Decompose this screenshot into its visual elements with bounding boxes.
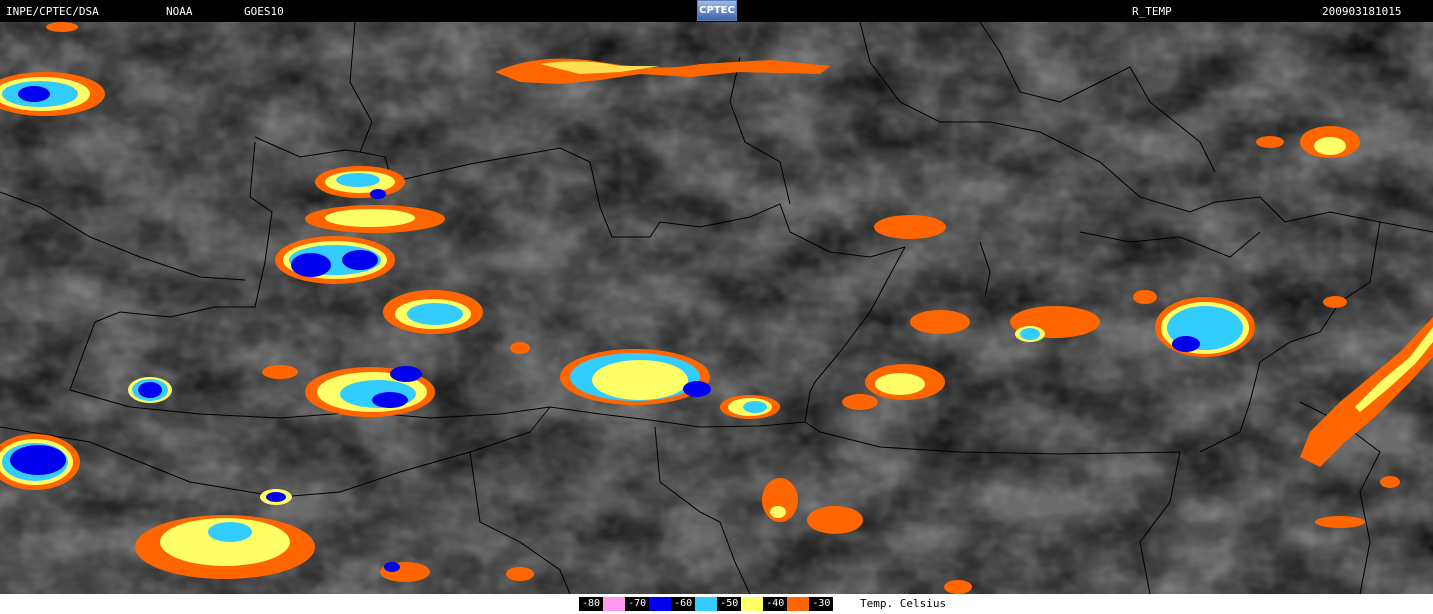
legend-swatch-70 (649, 597, 672, 611)
legend-bar: -80 -70 -60 -50 -40 -30 Temp. Celsius (0, 594, 1433, 614)
agency-label: INPE/CPTEC/DSA (6, 5, 99, 18)
legend-label-30: -30 (809, 597, 834, 611)
product-label: R_TEMP (1132, 5, 1172, 18)
cptec-logo: CPTEC (697, 0, 737, 21)
legend-swatch-80 (603, 597, 626, 611)
satellite-label: GOES10 (244, 5, 284, 18)
satellite-map (0, 22, 1433, 594)
legend-label-40: -40 (763, 597, 788, 611)
header-bar: INPE/CPTEC/DSA NOAA GOES10 CPTEC R_TEMP … (0, 0, 1433, 22)
legend-label-50: -50 (717, 597, 742, 611)
source-label: NOAA (166, 5, 193, 18)
legend-label-70: -70 (625, 597, 650, 611)
legend-swatch-60 (695, 597, 718, 611)
legend-unit: Temp. Celsius (860, 597, 947, 610)
legend-swatch-50 (741, 597, 764, 611)
timestamp-label: 200903181015 (1322, 5, 1402, 18)
legend-label-60: -60 (671, 597, 696, 611)
temperature-scale: -80 -70 -60 -50 -40 -30 (579, 597, 834, 611)
legend-swatch-40 (787, 597, 810, 611)
legend-label-80: -80 (579, 597, 604, 611)
